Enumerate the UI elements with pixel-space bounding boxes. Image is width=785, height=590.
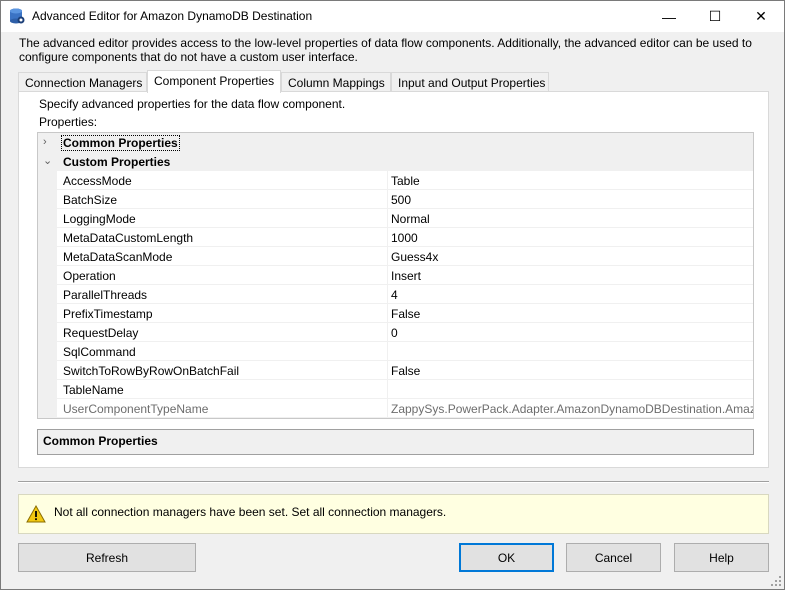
warning-icon	[26, 505, 46, 523]
property-name: PrefixTimestamp	[63, 307, 153, 321]
close-button[interactable]: ✕	[738, 1, 784, 32]
property-value[interactable]: 0	[391, 326, 753, 340]
property-value[interactable]: 1000	[391, 231, 753, 245]
ok-button-label: OK	[497, 550, 516, 565]
tab-label: Input and Output Properties	[398, 76, 546, 90]
tab-label: Component Properties	[154, 74, 275, 88]
column-separator	[387, 266, 388, 285]
property-name: SwitchToRowByRowOnBatchFail	[63, 364, 240, 378]
column-separator	[387, 285, 388, 304]
maximize-icon: ☐	[708, 8, 722, 24]
column-separator	[387, 399, 388, 418]
column-separator	[387, 380, 388, 399]
column-separator	[387, 361, 388, 380]
maximize-button[interactable]: ☐	[692, 1, 738, 32]
property-value[interactable]: Table	[391, 174, 753, 188]
property-value[interactable]: 4	[391, 288, 753, 302]
column-separator	[387, 323, 388, 342]
tab-label: Connection Managers	[25, 76, 143, 90]
category-label: Custom Properties	[63, 155, 171, 169]
property-row-loggingmode[interactable]: LoggingMode Normal	[57, 209, 753, 228]
property-row-usercomponenttypename[interactable]: UserComponentTypeName ZappySys.PowerPack…	[57, 399, 753, 418]
tab-label: Column Mappings	[288, 76, 385, 90]
property-name: TableName	[63, 383, 124, 397]
property-row-switchtorowbyrowonbatchfail[interactable]: SwitchToRowByRowOnBatchFail False	[57, 361, 753, 380]
tab-column-mappings[interactable]: Column Mappings	[281, 72, 391, 92]
property-name: SqlCommand	[63, 345, 136, 359]
property-help-box: Common Properties	[37, 429, 754, 455]
column-separator	[387, 228, 388, 247]
category-custom-properties[interactable]: ⌄ Custom Properties	[38, 152, 753, 171]
tab-input-output-properties[interactable]: Input and Output Properties	[391, 72, 549, 92]
property-name: LoggingMode	[63, 212, 136, 226]
property-value[interactable]: Guess4x	[391, 250, 753, 264]
expand-arrow-icon[interactable]: ›	[43, 136, 53, 148]
editor-description: The advanced editor provides access to t…	[19, 36, 752, 64]
help-button-label: Help	[709, 550, 734, 565]
advanced-editor-window: Advanced Editor for Amazon DynamoDB Dest…	[0, 0, 785, 590]
resize-grip-icon[interactable]	[770, 575, 782, 587]
category-common-properties[interactable]: › Common Properties	[38, 133, 753, 152]
property-name: Operation	[63, 269, 116, 283]
property-value[interactable]: False	[391, 364, 753, 378]
property-name: MetaDataCustomLength	[63, 231, 194, 245]
property-name: UserComponentTypeName	[63, 402, 209, 416]
property-row-operation[interactable]: Operation Insert	[57, 266, 753, 285]
property-value: ZappySys.PowerPack.Adapter.AmazonDynamoD…	[391, 402, 753, 416]
tab-connection-managers[interactable]: Connection Managers	[18, 72, 147, 92]
grid-gutter	[38, 133, 57, 418]
property-value[interactable]: Insert	[391, 269, 753, 283]
collapse-arrow-icon[interactable]: ⌄	[43, 155, 53, 167]
cancel-button-label: Cancel	[594, 550, 633, 565]
property-row-requestdelay[interactable]: RequestDelay 0	[57, 323, 753, 342]
minimize-icon: —	[662, 8, 676, 25]
column-separator	[387, 342, 388, 361]
close-icon: ✕	[755, 8, 767, 24]
refresh-button[interactable]: Refresh	[18, 543, 196, 572]
column-separator	[387, 171, 388, 190]
properties-label: Properties:	[39, 115, 98, 129]
property-row-prefixtimestamp[interactable]: PrefixTimestamp False	[57, 304, 753, 323]
ok-button[interactable]: OK	[459, 543, 554, 572]
component-properties-panel: Specify advanced properties for the data…	[18, 91, 769, 468]
property-row-sqlcommand[interactable]: SqlCommand	[57, 342, 753, 361]
title-bar[interactable]: Advanced Editor for Amazon DynamoDB Dest…	[1, 1, 784, 32]
divider	[18, 481, 769, 483]
help-title: Common Properties	[43, 434, 158, 448]
tab-component-properties[interactable]: Component Properties	[147, 70, 281, 93]
column-separator	[387, 247, 388, 266]
cancel-button[interactable]: Cancel	[566, 543, 661, 572]
property-name: BatchSize	[63, 193, 118, 207]
property-row-batchsize[interactable]: BatchSize 500	[57, 190, 753, 209]
category-label: Common Properties	[61, 135, 180, 151]
property-name: RequestDelay	[63, 326, 139, 340]
property-row-accessmode[interactable]: AccessMode Table	[57, 171, 753, 190]
refresh-button-label: Refresh	[85, 550, 129, 565]
column-separator	[387, 304, 388, 323]
property-value[interactable]: 500	[391, 193, 753, 207]
panel-description: Specify advanced properties for the data…	[39, 97, 346, 111]
property-name: AccessMode	[63, 174, 132, 188]
column-separator	[387, 209, 388, 228]
property-value[interactable]: Normal	[391, 212, 753, 226]
property-value[interactable]: False	[391, 307, 753, 321]
property-row-parallelthreads[interactable]: ParallelThreads 4	[57, 285, 753, 304]
column-separator	[387, 190, 388, 209]
property-name: MetaDataScanMode	[63, 250, 173, 264]
property-row-tablename[interactable]: TableName	[57, 380, 753, 399]
minimize-button[interactable]: —	[646, 1, 692, 32]
help-button[interactable]: Help	[674, 543, 769, 572]
warning-banner: Not all connection managers have been se…	[18, 494, 769, 534]
window-title: Advanced Editor for Amazon DynamoDB Dest…	[32, 9, 313, 23]
warning-text: Not all connection managers have been se…	[54, 505, 447, 519]
property-row-metadatascanmode[interactable]: MetaDataScanMode Guess4x	[57, 247, 753, 266]
property-grid[interactable]: › Common Properties ⌄ Custom Properties …	[37, 132, 754, 419]
property-name: ParallelThreads	[63, 288, 148, 302]
dynamodb-app-icon	[10, 8, 25, 24]
property-row-metadatacustomlength[interactable]: MetaDataCustomLength 1000	[57, 228, 753, 247]
